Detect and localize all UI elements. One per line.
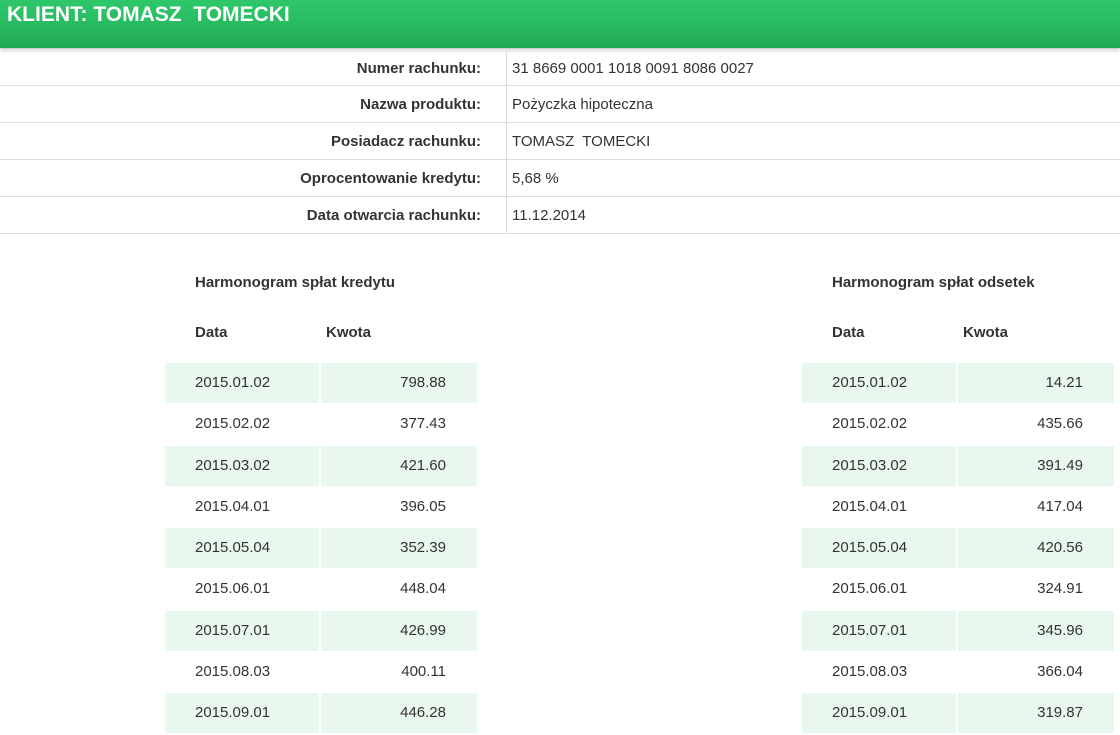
table-row: 2015.01.02 798.88 bbox=[165, 363, 477, 404]
row-amount: 324.91 bbox=[1037, 580, 1083, 598]
row-amount: 366.04 bbox=[1037, 663, 1083, 681]
row-date: 2015.04.01 bbox=[832, 497, 908, 515]
info-row-account-holder: Posiadacz rachunku: TOMASZ TOMECKI bbox=[0, 123, 1120, 160]
row-date: 2015.04.01 bbox=[195, 497, 271, 515]
table-row: 2015.05.04 420.56 bbox=[802, 528, 1114, 569]
info-value: 31 8669 0001 1018 0091 8086 0027 bbox=[512, 60, 754, 77]
table-row: 2015.06.01 324.91 bbox=[802, 569, 1114, 610]
row-amount: 396.05 bbox=[400, 497, 446, 515]
row-amount: 345.96 bbox=[958, 610, 1114, 651]
info-value: 5,68 % bbox=[512, 170, 559, 187]
info-divider bbox=[506, 123, 507, 159]
info-row-interest-rate: Oprocentowanie kredytu: 5,68 % bbox=[0, 160, 1120, 197]
row-date: 2015.03.02 bbox=[165, 445, 319, 486]
info-label: Numer rachunku: bbox=[356, 60, 481, 77]
info-value: Pożyczka hipoteczna bbox=[512, 96, 653, 113]
table-row: 2015.09.01 319.87 bbox=[802, 693, 1114, 734]
info-row-opening-date: Data otwarcia rachunku: 11.12.2014 bbox=[0, 197, 1120, 234]
info-label: Nazwa produktu: bbox=[360, 96, 481, 113]
info-label: Oprocentowanie kredytu: bbox=[300, 170, 481, 187]
page-header: KLIENT: TOMASZ TOMECKI bbox=[0, 0, 1120, 48]
table-row: 2015.07.01 345.96 bbox=[802, 610, 1114, 652]
credit-schedule-rows: 2015.01.02 798.88 2015.02.02 377.43 2015… bbox=[165, 363, 477, 735]
table-row: 2015.04.01 396.05 bbox=[165, 487, 477, 528]
row-amount: 400.11 bbox=[401, 663, 446, 681]
interest-schedule-title: Harmonogram spłat odsetek bbox=[832, 274, 1035, 291]
table-row: 2015.04.01 417.04 bbox=[802, 487, 1114, 528]
row-amount: 448.04 bbox=[400, 580, 446, 598]
table-row: 2015.08.03 366.04 bbox=[802, 652, 1114, 693]
info-value: TOMASZ TOMECKI bbox=[512, 133, 651, 150]
table-row: 2015.06.01 448.04 bbox=[165, 569, 477, 610]
info-divider bbox=[506, 160, 507, 196]
client-title: KLIENT: TOMASZ TOMECKI bbox=[7, 3, 290, 26]
row-date: 2015.01.02 bbox=[802, 363, 956, 403]
info-row-account-number: Numer rachunku: 31 8669 0001 1018 0091 8… bbox=[0, 49, 1120, 86]
info-row-product-name: Nazwa produktu: Pożyczka hipoteczna bbox=[0, 86, 1120, 123]
table-row: 2015.05.04 352.39 bbox=[165, 528, 477, 569]
row-amount: 14.21 bbox=[958, 363, 1114, 403]
column-header-date: Data bbox=[195, 324, 228, 341]
row-amount: 417.04 bbox=[1037, 497, 1083, 515]
row-date: 2015.09.01 bbox=[165, 693, 319, 734]
column-header-amount: Kwota bbox=[963, 324, 1008, 341]
column-header-date: Data bbox=[832, 324, 865, 341]
row-date: 2015.05.04 bbox=[165, 528, 319, 569]
row-amount: 319.87 bbox=[958, 693, 1114, 734]
table-row: 2015.01.02 14.21 bbox=[802, 363, 1114, 404]
row-amount: 798.88 bbox=[321, 363, 477, 403]
info-divider bbox=[506, 197, 507, 233]
table-row: 2015.03.02 391.49 bbox=[802, 445, 1114, 487]
row-date: 2015.03.02 bbox=[802, 445, 956, 486]
table-row: 2015.03.02 421.60 bbox=[165, 445, 477, 487]
table-row: 2015.07.01 426.99 bbox=[165, 610, 477, 652]
row-date: 2015.08.03 bbox=[195, 663, 271, 681]
column-header-amount: Kwota bbox=[326, 324, 371, 341]
row-amount: 352.39 bbox=[321, 528, 477, 569]
row-date: 2015.06.01 bbox=[832, 580, 908, 598]
row-date: 2015.07.01 bbox=[802, 610, 956, 651]
row-amount: 421.60 bbox=[321, 445, 477, 486]
row-date: 2015.08.03 bbox=[832, 663, 908, 681]
info-divider bbox=[506, 50, 507, 85]
row-amount: 426.99 bbox=[321, 610, 477, 651]
info-divider bbox=[506, 86, 507, 122]
row-amount: 420.56 bbox=[958, 528, 1114, 569]
row-date: 2015.02.02 bbox=[195, 415, 271, 433]
row-amount: 377.43 bbox=[400, 415, 446, 433]
row-date: 2015.01.02 bbox=[165, 363, 319, 403]
row-date: 2015.09.01 bbox=[802, 693, 956, 734]
row-date: 2015.02.02 bbox=[832, 415, 908, 433]
table-row: 2015.08.03 400.11 bbox=[165, 652, 477, 693]
info-value: 11.12.2014 bbox=[512, 207, 586, 224]
account-info-table: Numer rachunku: 31 8669 0001 1018 0091 8… bbox=[0, 49, 1120, 234]
table-row: 2015.09.01 446.28 bbox=[165, 693, 477, 734]
credit-schedule-title: Harmonogram spłat kredytu bbox=[195, 274, 396, 291]
row-date: 2015.05.04 bbox=[802, 528, 956, 569]
interest-schedule-rows: 2015.01.02 14.21 2015.02.02 435.66 2015.… bbox=[802, 363, 1114, 735]
row-date: 2015.07.01 bbox=[165, 610, 319, 651]
row-date: 2015.06.01 bbox=[195, 580, 271, 598]
row-amount: 446.28 bbox=[321, 693, 477, 734]
table-row: 2015.02.02 377.43 bbox=[165, 404, 477, 445]
info-label: Posiadacz rachunku: bbox=[330, 133, 481, 150]
row-amount: 391.49 bbox=[958, 445, 1114, 486]
info-label: Data otwarcia rachunku: bbox=[306, 207, 481, 224]
row-amount: 435.66 bbox=[1037, 415, 1083, 433]
table-row: 2015.02.02 435.66 bbox=[802, 404, 1114, 445]
